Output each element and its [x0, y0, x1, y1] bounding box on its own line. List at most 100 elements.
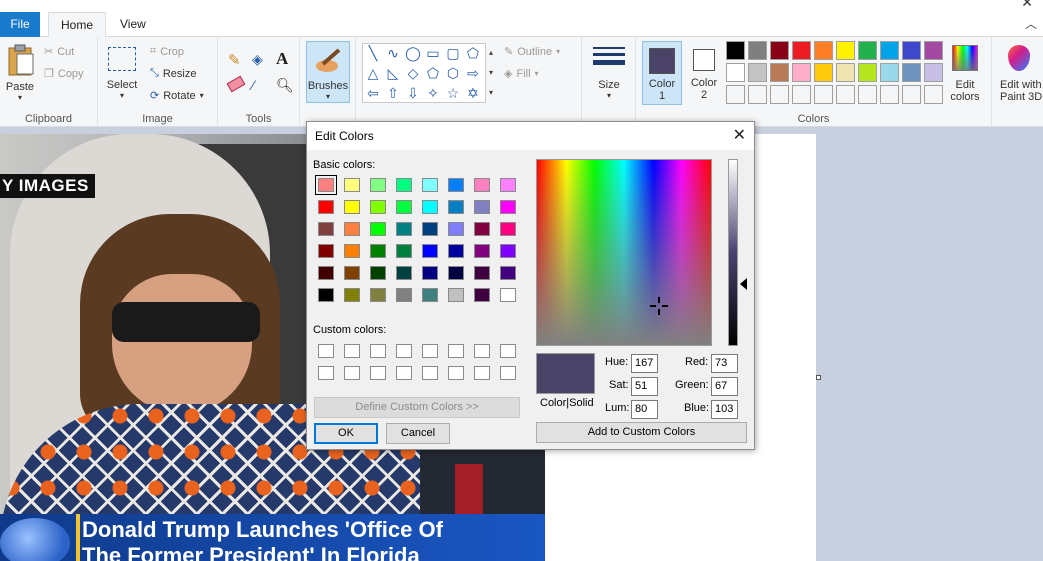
- basic-color-swatch[interactable]: [474, 222, 490, 236]
- basic-color-swatch[interactable]: [370, 288, 386, 302]
- palette-empty-swatch[interactable]: [880, 85, 899, 104]
- shape-rounded-rectangle-icon[interactable]: ▢: [445, 45, 461, 61]
- palette-empty-swatch[interactable]: [924, 85, 943, 104]
- basic-color-swatch[interactable]: [370, 244, 386, 258]
- basic-color-swatch[interactable]: [500, 222, 516, 236]
- custom-color-swatch[interactable]: [448, 366, 464, 380]
- shape-line-icon[interactable]: ╲: [365, 45, 381, 61]
- palette-swatch[interactable]: [748, 63, 767, 82]
- basic-color-swatch[interactable]: [318, 222, 334, 236]
- basic-color-swatch[interactable]: [422, 200, 438, 214]
- custom-color-swatch[interactable]: [422, 366, 438, 380]
- basic-color-swatch[interactable]: [396, 288, 412, 302]
- palette-swatch[interactable]: [858, 63, 877, 82]
- palette-swatch[interactable]: [814, 63, 833, 82]
- custom-color-swatch[interactable]: [396, 366, 412, 380]
- shape-left-arrow-icon[interactable]: ⇦: [365, 85, 381, 101]
- color1-button[interactable]: Color 1: [642, 41, 682, 105]
- custom-color-swatch[interactable]: [422, 344, 438, 358]
- cut-button[interactable]: ✂ Cut: [44, 45, 74, 59]
- magnifier-icon[interactable]: 🔍︎: [276, 77, 294, 94]
- basic-color-swatch[interactable]: [318, 200, 334, 214]
- basic-color-swatch[interactable]: [370, 178, 386, 192]
- basic-color-swatch[interactable]: [344, 288, 360, 302]
- custom-color-swatch[interactable]: [318, 366, 334, 380]
- basic-color-swatch[interactable]: [344, 178, 360, 192]
- basic-color-swatch[interactable]: [396, 222, 412, 236]
- red-input[interactable]: 73: [711, 354, 738, 373]
- basic-color-swatch[interactable]: [422, 244, 438, 258]
- basic-color-swatch[interactable]: [474, 178, 490, 192]
- basic-color-swatch[interactable]: [344, 222, 360, 236]
- basic-color-swatch[interactable]: [396, 266, 412, 280]
- shape-four-point-star-icon[interactable]: ✧: [425, 85, 441, 101]
- custom-color-swatch[interactable]: [500, 344, 516, 358]
- palette-empty-swatch[interactable]: [770, 85, 789, 104]
- collapse-ribbon-icon[interactable]: ︿: [1025, 15, 1037, 32]
- edit-colors-button[interactable]: Edit colors: [946, 41, 984, 105]
- palette-swatch[interactable]: [726, 63, 745, 82]
- basic-color-swatch[interactable]: [422, 178, 438, 192]
- palette-swatch[interactable]: [748, 41, 767, 60]
- basic-color-swatch[interactable]: [370, 200, 386, 214]
- custom-color-swatch[interactable]: [370, 366, 386, 380]
- basic-color-swatch[interactable]: [318, 244, 334, 258]
- palette-swatch[interactable]: [902, 41, 921, 60]
- shape-hexagon-icon[interactable]: ⬡: [445, 65, 461, 81]
- basic-color-swatch[interactable]: [474, 200, 490, 214]
- basic-color-swatch[interactable]: [448, 178, 464, 192]
- palette-swatch[interactable]: [792, 63, 811, 82]
- palette-empty-swatch[interactable]: [858, 85, 877, 104]
- fill-bucket-icon[interactable]: ◈: [252, 51, 263, 68]
- basic-color-swatch[interactable]: [448, 222, 464, 236]
- ok-button[interactable]: OK: [314, 423, 378, 444]
- palette-swatch[interactable]: [814, 41, 833, 60]
- dialog-close-icon[interactable]: ✕: [733, 125, 746, 145]
- cancel-button[interactable]: Cancel: [386, 423, 450, 444]
- basic-color-swatch[interactable]: [448, 288, 464, 302]
- palette-swatch[interactable]: [792, 41, 811, 60]
- eraser-icon[interactable]: [226, 75, 246, 93]
- outline-button[interactable]: ✎ Outline ▾: [504, 45, 560, 59]
- shape-right-arrow-icon[interactable]: ⇨: [465, 65, 481, 81]
- basic-color-swatch[interactable]: [500, 244, 516, 258]
- palette-swatch[interactable]: [770, 63, 789, 82]
- tab-view[interactable]: View: [108, 12, 158, 38]
- palette-empty-swatch[interactable]: [902, 85, 921, 104]
- green-input[interactable]: 67: [711, 377, 738, 396]
- basic-color-swatch[interactable]: [318, 288, 334, 302]
- basic-color-swatch[interactable]: [422, 288, 438, 302]
- custom-color-swatch[interactable]: [474, 344, 490, 358]
- shape-right-triangle-icon[interactable]: ◺: [385, 65, 401, 81]
- basic-color-swatch[interactable]: [448, 200, 464, 214]
- rotate-button[interactable]: ⟳ Rotate ▾: [150, 89, 204, 103]
- basic-color-swatch[interactable]: [474, 244, 490, 258]
- basic-color-swatch[interactable]: [370, 222, 386, 236]
- palette-swatch[interactable]: [726, 41, 745, 60]
- basic-color-swatch[interactable]: [474, 288, 490, 302]
- custom-color-swatch[interactable]: [448, 344, 464, 358]
- basic-color-swatch[interactable]: [344, 266, 360, 280]
- basic-color-swatch[interactable]: [422, 222, 438, 236]
- pencil-icon[interactable]: ✎: [228, 51, 241, 69]
- shape-six-point-star-icon[interactable]: ✡: [465, 85, 481, 101]
- palette-swatch[interactable]: [924, 63, 943, 82]
- luminosity-arrow-icon[interactable]: [740, 278, 747, 290]
- basic-color-swatch[interactable]: [318, 266, 334, 280]
- shape-pentagon-icon[interactable]: ⬠: [425, 65, 441, 81]
- basic-color-swatch[interactable]: [396, 178, 412, 192]
- palette-swatch[interactable]: [924, 41, 943, 60]
- custom-color-swatch[interactable]: [344, 366, 360, 380]
- palette-swatch[interactable]: [836, 41, 855, 60]
- select-button[interactable]: Select ▾: [104, 43, 140, 105]
- basic-color-swatch[interactable]: [396, 244, 412, 258]
- custom-color-swatch[interactable]: [344, 344, 360, 358]
- tab-home[interactable]: Home: [48, 12, 107, 38]
- shape-up-arrow-icon[interactable]: ⇧: [385, 85, 401, 101]
- palette-swatch[interactable]: [902, 63, 921, 82]
- color-picker-icon[interactable]: ⁄: [252, 77, 254, 93]
- resize-button[interactable]: ⤡ Resize: [150, 67, 196, 80]
- palette-empty-swatch[interactable]: [748, 85, 767, 104]
- size-button[interactable]: Size ▾: [590, 43, 628, 105]
- custom-color-swatch[interactable]: [500, 366, 516, 380]
